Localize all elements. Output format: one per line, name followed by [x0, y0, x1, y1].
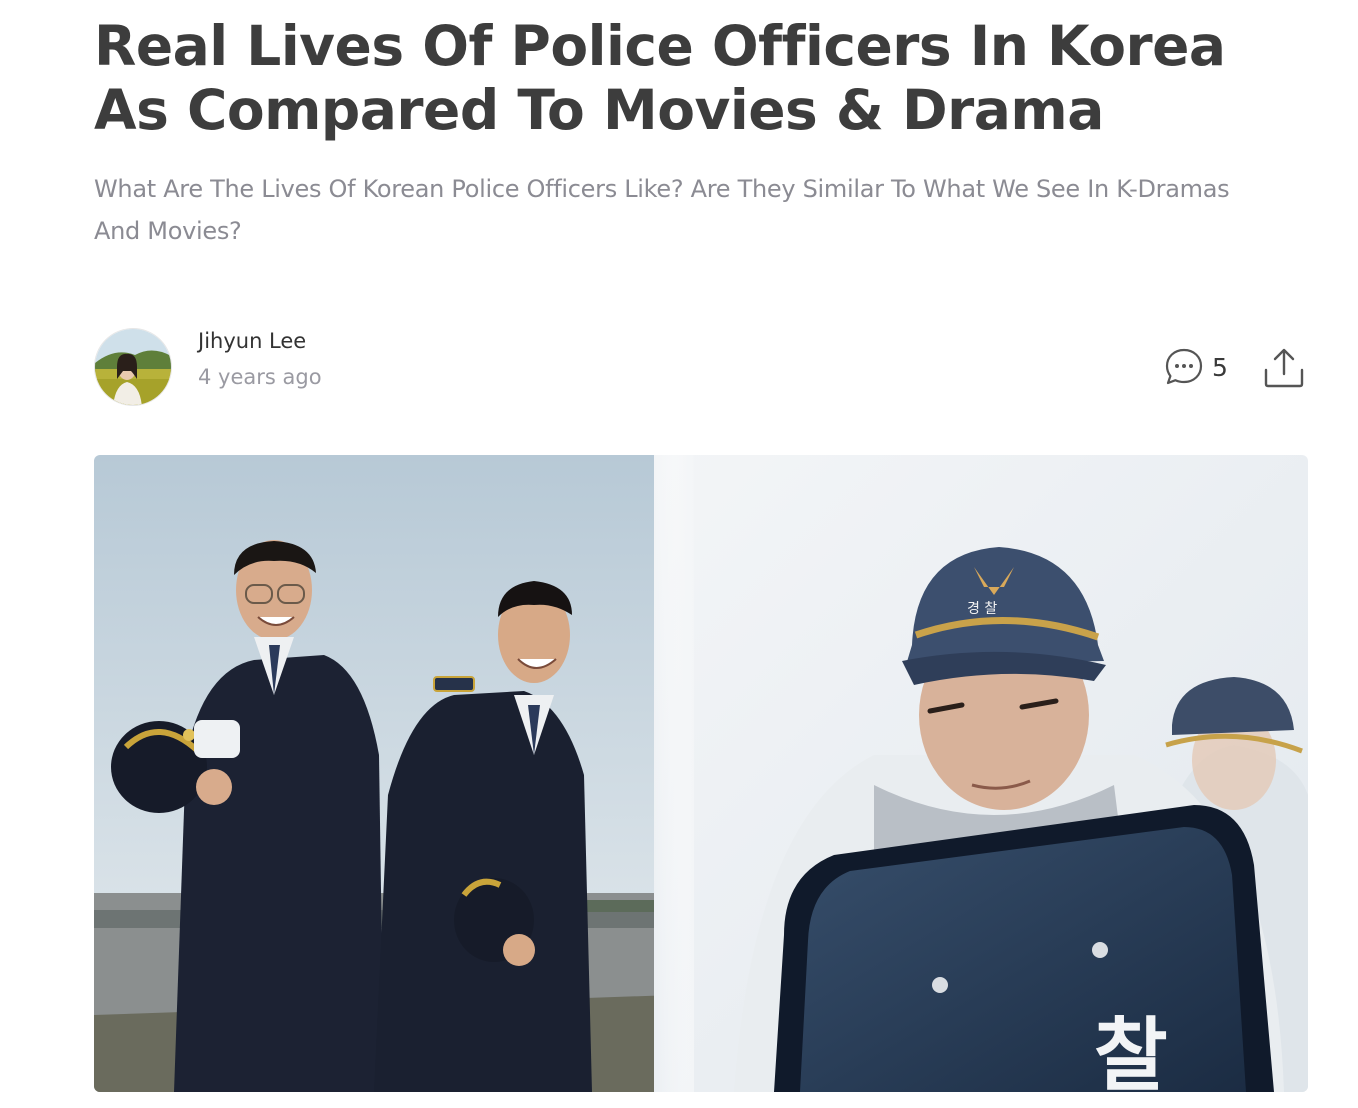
author-name[interactable]: Jihyun Lee	[198, 328, 306, 354]
cap-badge-text: 경 찰	[967, 601, 997, 617]
author-avatar[interactable]	[94, 328, 172, 406]
comment-bubble-icon	[1165, 348, 1203, 385]
shield-text: 찰	[1094, 1009, 1168, 1092]
comment-button[interactable]: 5	[1164, 346, 1228, 388]
comment-count: 5	[1212, 352, 1228, 382]
share-button[interactable]	[1262, 346, 1306, 390]
byline: Jihyun Lee 4 years ago 5	[94, 328, 1308, 408]
article: Real Lives Of Police Officers In Korea A…	[94, 0, 1308, 1092]
hero-image: 경 찰 찰	[94, 455, 1308, 1092]
avatar-photo-icon	[95, 329, 171, 405]
article-subtitle: What Are The Lives Of Korean Police Offi…	[94, 175, 1230, 245]
share-upload-icon	[1264, 348, 1304, 388]
article-title: Real Lives Of Police Officers In Korea A…	[94, 14, 1226, 142]
police-officers-photo: 경 찰 찰	[94, 455, 1308, 1092]
post-date: 4 years ago	[198, 365, 322, 389]
